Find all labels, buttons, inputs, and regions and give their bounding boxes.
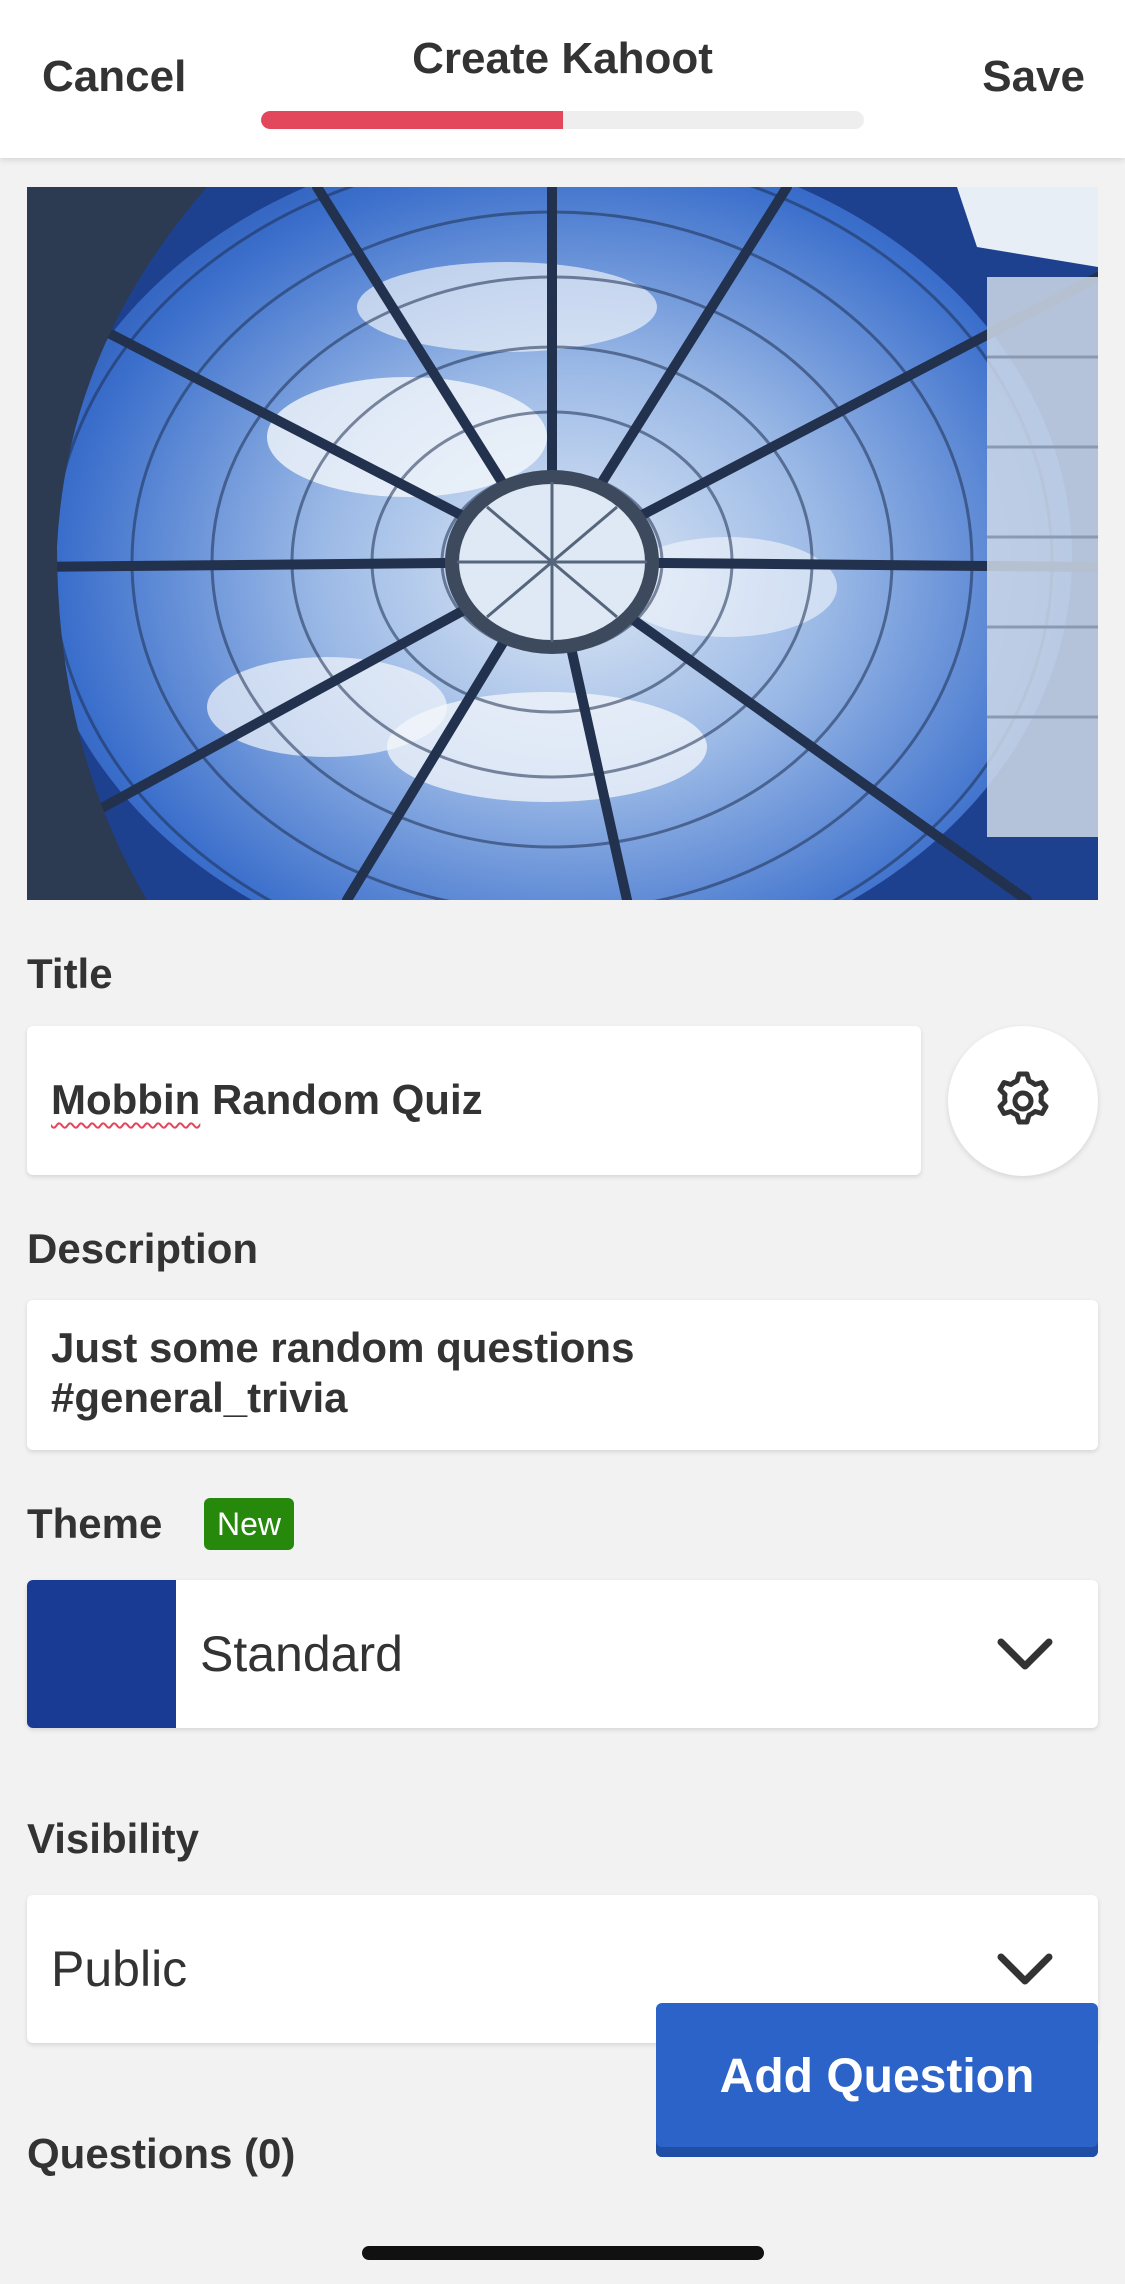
title-label: Title [27,950,113,997]
visibility-label: Visibility [27,1815,199,1862]
page-title: Create Kahoot [412,34,713,83]
chevron-down-icon [997,1638,1053,1670]
top-bar: Cancel Create Kahoot Save [0,0,1125,158]
visibility-selected-value: Public [51,1941,188,1997]
title-value: Mobbin Random Quiz [51,1076,483,1124]
description-field[interactable]: Just some random questions #general_triv… [27,1300,1098,1450]
description-label: Description [27,1225,259,1272]
title-field[interactable]: Mobbin Random Quiz [27,1026,921,1175]
theme-swatch [27,1580,176,1728]
description-line-2: #general_trivia [51,1374,348,1421]
description-line-1: Just some random questions [51,1324,635,1371]
home-indicator [362,2246,764,2260]
theme-select[interactable]: Standard [27,1580,1098,1728]
title-value-rest: Random Quiz [200,1076,483,1123]
chevron-down-icon [997,1953,1053,1985]
questions-heading: Questions (0) [27,2130,296,2177]
cover-image[interactable] [27,187,1098,900]
dome-photo [27,187,1098,900]
save-button[interactable]: Save [982,52,1085,102]
add-question-button[interactable]: Add Question [656,2003,1098,2157]
title-value-misspelled-word: Mobbin [51,1076,201,1123]
progress-bar [261,111,864,129]
new-badge: New [204,1498,295,1550]
theme-label: Theme [27,1500,163,1547]
theme-selected-value: Standard [200,1626,403,1682]
progress-bar-fill [261,111,563,129]
settings-button[interactable] [948,1026,1098,1176]
gear-icon [997,1071,1049,1125]
